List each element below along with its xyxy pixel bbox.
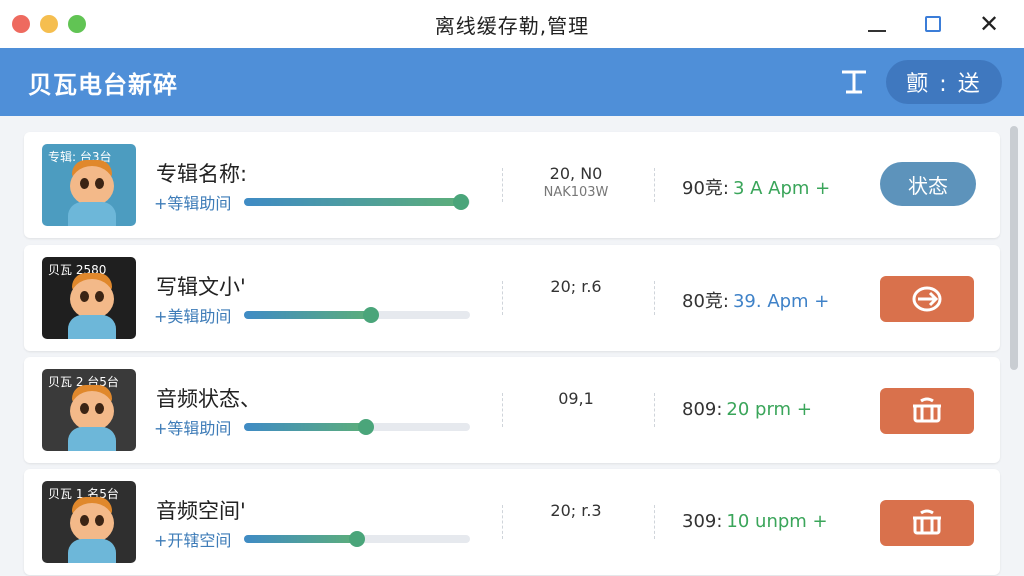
item-subtitle: +开辖空间: [154, 531, 232, 550]
column-divider: [654, 505, 655, 539]
close-icon: ✕: [978, 10, 1000, 38]
close-dot-icon[interactable]: [12, 15, 30, 33]
traffic-lights: [12, 15, 86, 33]
mascot-eye: [80, 178, 89, 189]
list-item[interactable]: 贝瓦 2 台5台 音频状态、 +等辑助间 09,1 809: 20 prm +: [24, 357, 1000, 463]
column-divider: [502, 505, 503, 539]
rate-value: 20 prm +: [726, 399, 812, 420]
mascot-eye: [80, 515, 89, 526]
scrollbar[interactable]: [1010, 126, 1018, 370]
toolbar-icon[interactable]: [838, 66, 870, 98]
item-meta: 20; r.3: [520, 469, 632, 522]
window-title: 离线缓存勒,管理: [434, 13, 590, 38]
list-item[interactable]: 专辑: 台3台 专辑名称: +等辑助间 20, N0 NAK103W 90竞: 3 A Ap…: [24, 132, 1000, 238]
mascot-eye: [95, 291, 104, 302]
progress-fill: [244, 198, 461, 206]
column-divider: [654, 168, 655, 202]
item-subtitle: +等辑助间: [154, 419, 232, 438]
list-item[interactable]: 贝瓦 2580 写辑文小' +美辑助间 20; r.6 80竞: 39. Apm +: [24, 245, 1000, 351]
box-icon: [913, 397, 941, 423]
rate-label: 309:: [682, 511, 723, 532]
progress-bar[interactable]: [244, 419, 470, 435]
send-icon: [912, 286, 942, 312]
album-thumbnail: 贝瓦 2580: [42, 257, 136, 339]
progress-knob[interactable]: [452, 194, 469, 210]
column-divider: [654, 393, 655, 427]
rate-label: 80竞:: [682, 291, 729, 312]
mascot-eye: [95, 403, 104, 414]
mascot-body: [68, 202, 116, 226]
progress-fill: [244, 535, 357, 543]
minimize-icon: [868, 30, 886, 32]
maximize-button[interactable]: [916, 8, 950, 40]
column-divider: [502, 281, 503, 315]
rate-value: 39. Apm +: [732, 291, 830, 312]
window-controls: ✕: [860, 8, 1006, 40]
meta-primary: 20, N0: [549, 164, 603, 183]
mascot-head: [70, 391, 114, 431]
rate-label: 809:: [682, 399, 723, 420]
rate-value: 10 unpm +: [726, 511, 828, 532]
mascot-head: [70, 503, 114, 543]
status-button[interactable]: 状态: [880, 162, 976, 206]
progress-bar[interactable]: [244, 531, 470, 547]
item-meta: 09,1: [520, 357, 632, 410]
title-bar: 离线缓存勒,管理 ✕: [0, 0, 1024, 48]
mascot-body: [68, 427, 116, 451]
progress-knob[interactable]: [349, 531, 365, 547]
mascot-eye: [95, 515, 104, 526]
app-header: 贝瓦电台新碎 颤 : 送: [0, 48, 1024, 116]
meta-primary: 09,1: [558, 389, 594, 408]
rate-readout: 309: 10 unpm +: [682, 511, 828, 532]
action-button[interactable]: [880, 388, 974, 434]
item-name: 专辑名称:: [156, 162, 248, 186]
rate-value: 3 A Apm +: [732, 178, 831, 199]
column-divider: [502, 393, 503, 427]
album-thumbnail: 贝瓦 1 名5台: [42, 481, 136, 563]
item-name: 音频空间': [156, 499, 246, 523]
rate-readout: 80竞: 39. Apm +: [682, 287, 829, 313]
mascot-head: [70, 166, 114, 206]
app-title: 贝瓦电台新碎: [28, 70, 178, 99]
album-thumbnail: 贝瓦 2 台5台: [42, 369, 136, 451]
rate-label: 90竞:: [682, 178, 729, 199]
item-name: 音频状态、: [156, 387, 261, 411]
minimize-button[interactable]: [860, 8, 894, 40]
item-subtitle: +美辑助间: [154, 307, 232, 326]
maximize-icon: [925, 16, 941, 32]
mascot-eye: [80, 291, 89, 302]
item-meta: 20; r.6: [520, 245, 632, 298]
progress-bar[interactable]: [244, 194, 470, 210]
list-item[interactable]: 贝瓦 1 名5台 音频空间' +开辖空间 20; r.3 309: 10 unpm +: [24, 469, 1000, 575]
column-divider: [654, 281, 655, 315]
meta-primary: 20; r.6: [550, 277, 602, 296]
mascot-eye: [95, 178, 104, 189]
item-subtitle: +等辑助间: [154, 194, 232, 213]
action-button[interactable]: [880, 500, 974, 546]
mascot-head: [70, 279, 114, 319]
box-icon: [913, 509, 941, 535]
rate-readout: 90竞: 3 A Apm +: [682, 174, 830, 200]
item-meta: 20, N0 NAK103W: [520, 132, 632, 200]
zoom-dot-icon[interactable]: [68, 15, 86, 33]
progress-knob[interactable]: [362, 307, 379, 323]
column-divider: [502, 168, 503, 202]
mascot-body: [68, 539, 116, 563]
progress-bar[interactable]: [244, 307, 470, 323]
progress-fill: [244, 311, 371, 319]
header-pill-button[interactable]: 颤 : 送: [886, 60, 1002, 104]
mascot-body: [68, 315, 116, 339]
meta-primary: 20; r.3: [550, 501, 602, 520]
item-name: 写辑文小': [156, 275, 246, 299]
mascot-eye: [80, 403, 89, 414]
app-window: 离线缓存勒,管理 ✕ 贝瓦电台新碎 颤 : 送 专辑: 台3台 专辑名称: +等辑助…: [0, 0, 1024, 576]
meta-secondary: NAK103W: [543, 185, 609, 200]
minimize-dot-icon[interactable]: [40, 15, 58, 33]
action-button[interactable]: [880, 276, 974, 322]
album-thumbnail: 专辑: 台3台: [42, 144, 136, 226]
progress-fill: [244, 423, 367, 431]
close-button[interactable]: ✕: [972, 8, 1006, 40]
rate-readout: 809: 20 prm +: [682, 399, 812, 420]
progress-knob[interactable]: [358, 419, 375, 435]
